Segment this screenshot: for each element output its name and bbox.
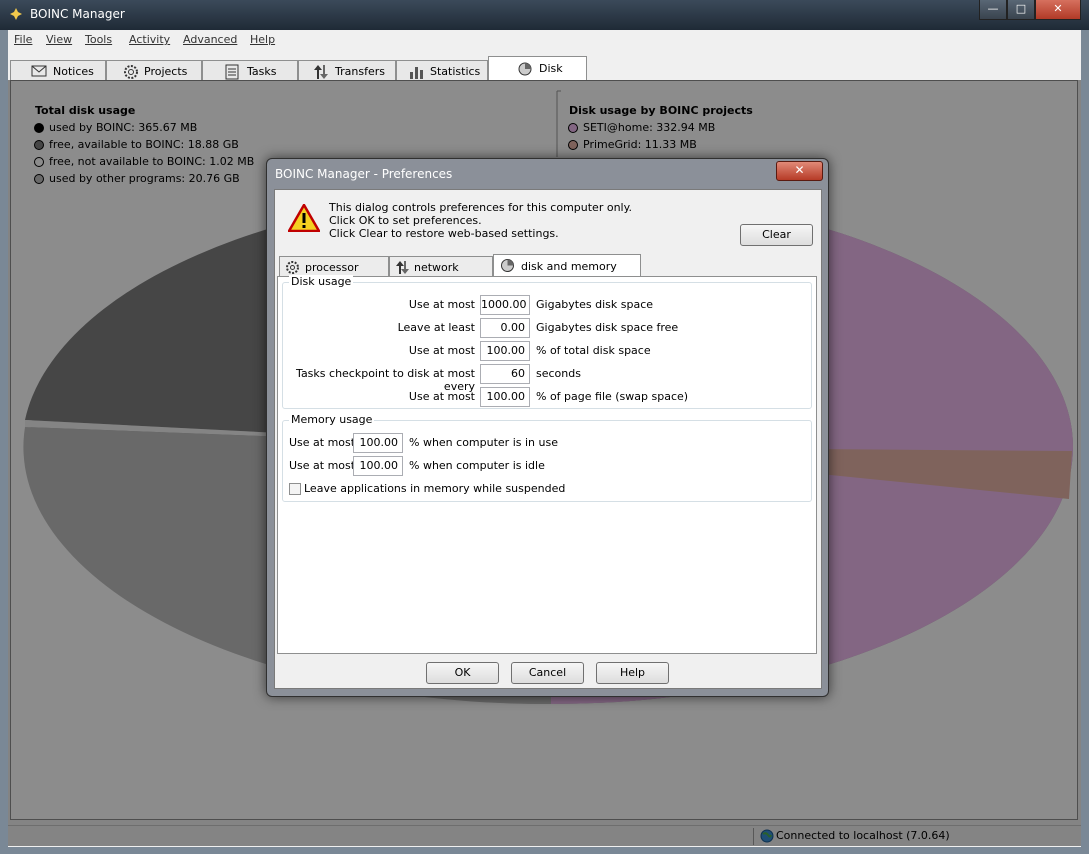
- title-bar[interactable]: BOINC Manager — □ ✕: [0, 0, 1089, 30]
- disk-row-1-unit: Gigabytes disk space: [536, 298, 654, 311]
- window-title: BOINC Manager: [30, 7, 125, 21]
- help-button[interactable]: Help: [596, 662, 669, 684]
- leave-in-memory-checkbox[interactable]: [289, 483, 301, 495]
- disk-memory-panel: Disk usage Use at most 1000.00 Gigabytes…: [277, 275, 817, 654]
- disk-percent-total-field[interactable]: 100.00: [480, 341, 530, 361]
- main-tabs: Notices Projects Tasks Transfers Statist…: [8, 56, 1081, 80]
- envelope-icon: [31, 65, 47, 77]
- dialog-title: BOINC Manager - Preferences: [275, 167, 453, 181]
- checkpoint-interval-field[interactable]: 60: [480, 364, 530, 384]
- tab-disk-label: Disk: [539, 62, 563, 75]
- disk-row-4-unit: seconds: [536, 367, 581, 380]
- tab-processor-usage[interactable]: processor usage: [279, 256, 389, 287]
- preferences-dialog: BOINC Manager - Preferences ✕ This dialo…: [266, 158, 829, 697]
- menu-advanced[interactable]: Advanced: [183, 33, 237, 46]
- menu-file[interactable]: File: [14, 33, 32, 46]
- info-line-2: Click OK to set preferences.: [329, 214, 482, 227]
- disk-usage-group: Disk usage Use at most 1000.00 Gigabytes…: [282, 275, 812, 409]
- disk-row-5-label: Use at most: [408, 390, 475, 403]
- transfer-arrows-icon: [396, 261, 409, 274]
- gear-icon: [286, 261, 299, 274]
- dialog-close-button[interactable]: ✕: [776, 161, 823, 181]
- tab-projects-label: Projects: [144, 65, 188, 78]
- memory-usage-group-title: Memory usage: [289, 413, 375, 426]
- tab-tasks[interactable]: Tasks: [202, 60, 298, 80]
- tab-transfers[interactable]: Transfers: [298, 60, 396, 80]
- tab-notices[interactable]: Notices: [10, 60, 106, 80]
- tab-notices-label: Notices: [53, 65, 94, 78]
- menu-activity[interactable]: Activity: [129, 33, 170, 46]
- memory-idle-field[interactable]: 100.00: [353, 456, 403, 476]
- main-window: BOINC Manager — □ ✕ File View Tools Acti…: [0, 0, 1089, 854]
- info-line-1: This dialog controls preferences for thi…: [329, 201, 633, 214]
- clear-button[interactable]: Clear: [740, 224, 813, 246]
- disk-usage-group-title: Disk usage: [289, 275, 354, 288]
- memory-row-1-label: Use at most: [289, 436, 356, 449]
- leave-in-memory-label[interactable]: Leave applications in memory while suspe…: [304, 482, 565, 495]
- dialog-body: This dialog controls preferences for thi…: [274, 189, 822, 689]
- minimize-button[interactable]: —: [979, 0, 1007, 20]
- disk-leave-at-least-field[interactable]: 0.00: [480, 318, 530, 338]
- close-button[interactable]: ✕: [1035, 0, 1081, 20]
- dialog-info: This dialog controls preferences for thi…: [275, 190, 821, 252]
- bar-chart-icon: [410, 67, 423, 79]
- disk-row-3-label: Use at most: [408, 344, 475, 357]
- memory-row-1-unit: % when computer is in use: [409, 436, 558, 449]
- transfer-arrows-icon: [314, 65, 328, 79]
- menu-help[interactable]: Help: [250, 33, 275, 46]
- menu-bar: File View Tools Activity Advanced Help: [8, 30, 1081, 50]
- disk-pie-icon: [501, 259, 514, 272]
- menu-tools[interactable]: Tools: [85, 33, 112, 46]
- tab-statistics-label: Statistics: [430, 65, 481, 78]
- disk-row-2-unit: Gigabytes disk space free: [536, 321, 679, 334]
- tab-disk-memory-usage[interactable]: disk and memory usage: [493, 254, 641, 286]
- memory-usage-group: Memory usage Use at most 100.00 % when c…: [282, 413, 812, 502]
- gear-icon: [124, 65, 138, 79]
- memory-row-2-unit: % when computer is idle: [409, 459, 545, 472]
- list-icon: [225, 64, 239, 80]
- tab-network-usage[interactable]: network usage: [389, 256, 493, 287]
- tab-disk[interactable]: Disk: [488, 56, 587, 80]
- tab-statistics[interactable]: Statistics: [396, 60, 488, 80]
- disk-row-3-unit: % of total disk space: [536, 344, 651, 357]
- warning-icon: [288, 204, 320, 232]
- disk-use-at-most-gb-field[interactable]: 1000.00: [480, 295, 530, 315]
- cancel-button[interactable]: Cancel: [511, 662, 584, 684]
- swap-percent-field[interactable]: 100.00: [480, 387, 530, 407]
- disk-pie-icon: [518, 62, 532, 76]
- tab-tasks-label: Tasks: [247, 65, 277, 78]
- disk-row-2-label: Leave at least: [397, 321, 475, 334]
- memory-row-2-label: Use at most: [289, 459, 356, 472]
- boinc-app-icon: [10, 8, 22, 20]
- memory-in-use-field[interactable]: 100.00: [353, 433, 403, 453]
- maximize-button[interactable]: □: [1007, 0, 1035, 20]
- menu-view[interactable]: View: [46, 33, 72, 46]
- tab-transfers-label: Transfers: [335, 65, 385, 78]
- tab-projects[interactable]: Projects: [106, 60, 202, 80]
- info-line-3: Click Clear to restore web-based setting…: [329, 227, 559, 240]
- disk-row-1-label: Use at most: [408, 298, 475, 311]
- disk-row-5-unit: % of page file (swap space): [536, 390, 689, 403]
- ok-button[interactable]: OK: [426, 662, 499, 684]
